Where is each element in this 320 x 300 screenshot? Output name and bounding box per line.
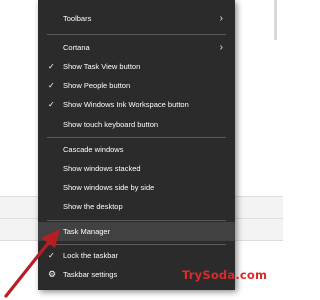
watermark: TrySoda.com bbox=[182, 268, 268, 282]
annotation-arrow-icon bbox=[4, 229, 60, 298]
